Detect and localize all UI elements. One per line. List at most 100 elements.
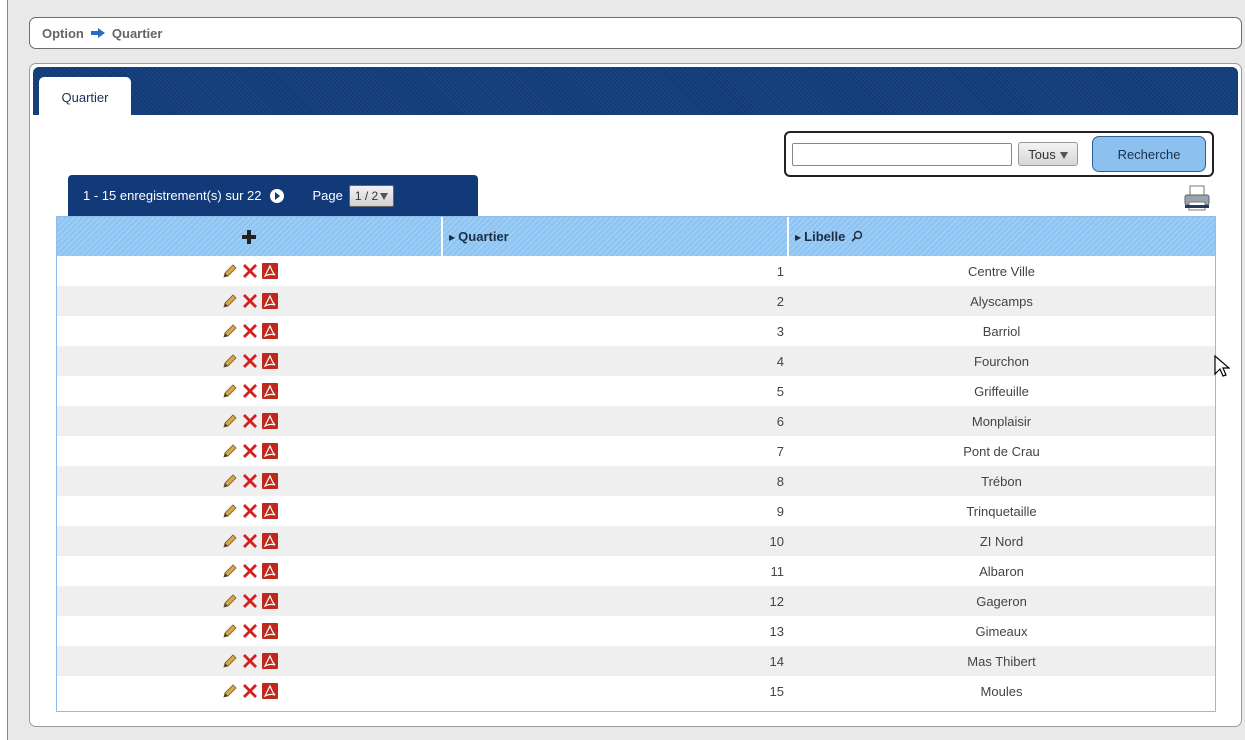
printer-icon[interactable] <box>1183 184 1211 212</box>
delete-icon[interactable] <box>241 682 259 700</box>
cell-libelle: Monplaisir <box>788 406 1215 436</box>
column-header-quartier-label: Quartier <box>458 229 509 244</box>
plus-icon[interactable] <box>240 228 258 246</box>
row-actions <box>57 586 442 616</box>
pdf-icon[interactable] <box>261 592 279 610</box>
pdf-icon[interactable] <box>261 382 279 400</box>
delete-icon[interactable] <box>241 382 259 400</box>
row-actions <box>57 496 442 526</box>
table-row[interactable]: 15 Moules <box>57 676 1215 706</box>
pencil-icon[interactable] <box>221 652 239 670</box>
row-actions <box>57 556 442 586</box>
table-row[interactable]: 10 ZI Nord <box>57 526 1215 556</box>
breadcrumb: Option Quartier <box>29 17 1242 49</box>
pdf-icon[interactable] <box>261 442 279 460</box>
tab-quartier[interactable]: Quartier <box>39 77 131 117</box>
table-row[interactable]: 12 Gageron <box>57 586 1215 616</box>
delete-icon[interactable] <box>241 562 259 580</box>
delete-icon[interactable] <box>241 622 259 640</box>
page-label: Page <box>312 188 343 203</box>
table-row[interactable]: 2 Alyscamps <box>57 286 1215 316</box>
pencil-icon[interactable] <box>221 622 239 640</box>
table-row[interactable]: 1 Centre Ville <box>57 256 1215 286</box>
delete-icon[interactable] <box>241 412 259 430</box>
pdf-icon[interactable] <box>261 412 279 430</box>
arrow-right-icon <box>90 27 106 39</box>
pencil-icon[interactable] <box>221 682 239 700</box>
delete-icon[interactable] <box>241 592 259 610</box>
triangle-right-icon: ▶ <box>449 233 456 242</box>
breadcrumb-item-option[interactable]: Option <box>42 26 84 41</box>
pdf-icon[interactable] <box>261 352 279 370</box>
pdf-icon[interactable] <box>261 502 279 520</box>
main-panel: Quartier Tous Recherche 1 - 15 enregistr… <box>29 63 1242 727</box>
pencil-icon[interactable] <box>221 292 239 310</box>
search-button[interactable]: Recherche <box>1092 136 1206 172</box>
pdf-icon[interactable] <box>261 532 279 550</box>
column-header-quartier[interactable]: ▶ Quartier <box>442 217 789 256</box>
delete-icon[interactable] <box>241 322 259 340</box>
pencil-icon[interactable] <box>221 472 239 490</box>
table-row[interactable]: 8 Trébon <box>57 466 1215 496</box>
delete-icon[interactable] <box>241 532 259 550</box>
table-row[interactable]: 7 Pont de Crau <box>57 436 1215 466</box>
cell-quartier: 6 <box>442 406 788 436</box>
cell-quartier: 14 <box>442 646 788 676</box>
table-row[interactable]: 6 Monplaisir <box>57 406 1215 436</box>
delete-icon[interactable] <box>241 472 259 490</box>
next-page-icon[interactable] <box>270 188 285 203</box>
table-row[interactable]: 5 Griffeuille <box>57 376 1215 406</box>
pencil-icon[interactable] <box>221 502 239 520</box>
table-row[interactable]: 11 Albaron <box>57 556 1215 586</box>
pdf-icon[interactable] <box>261 262 279 280</box>
pdf-icon[interactable] <box>261 682 279 700</box>
pencil-icon[interactable] <box>221 592 239 610</box>
table-row[interactable]: 14 Mas Thibert <box>57 646 1215 676</box>
delete-icon[interactable] <box>241 442 259 460</box>
pdf-icon[interactable] <box>261 472 279 490</box>
delete-icon[interactable] <box>241 652 259 670</box>
quartier-table: ▶ Quartier ▶ Libelle 1 Centre Ville 2 Alyscam… <box>56 216 1216 712</box>
pdf-icon[interactable] <box>261 652 279 670</box>
tab-bar: Quartier <box>33 67 1238 117</box>
row-actions <box>57 436 442 466</box>
row-actions <box>57 346 442 376</box>
cell-quartier: 13 <box>769 623 784 639</box>
pencil-icon[interactable] <box>221 562 239 580</box>
search-filter-select[interactable]: Tous <box>1018 142 1078 166</box>
pdf-icon[interactable] <box>261 562 279 580</box>
pencil-icon[interactable] <box>221 262 239 280</box>
pencil-icon[interactable] <box>221 382 239 400</box>
pencil-icon[interactable] <box>221 322 239 340</box>
cell-libelle: Mas Thibert <box>788 646 1215 676</box>
table-row[interactable]: 13 Gimeaux <box>57 616 1215 646</box>
delete-icon[interactable] <box>241 262 259 280</box>
pencil-icon[interactable] <box>221 412 239 430</box>
pdf-icon[interactable] <box>261 292 279 310</box>
pencil-icon[interactable] <box>221 352 239 370</box>
delete-icon[interactable] <box>241 352 259 370</box>
search-input[interactable] <box>792 143 1012 166</box>
pdf-icon[interactable] <box>261 322 279 340</box>
cell-quartier: 15 <box>769 683 784 699</box>
cell-libelle: ZI Nord <box>788 526 1215 556</box>
column-header-libelle[interactable]: ▶ Libelle <box>788 217 1215 256</box>
delete-icon[interactable] <box>241 292 259 310</box>
table-row[interactable]: 9 Trinquetaille <box>57 496 1215 526</box>
page-select[interactable]: 1 / 2 <box>348 184 395 207</box>
pencil-icon[interactable] <box>221 442 239 460</box>
search-filter-value: Tous <box>1028 146 1056 162</box>
row-actions <box>57 466 442 496</box>
pencil-icon[interactable] <box>221 532 239 550</box>
pdf-icon[interactable] <box>261 622 279 640</box>
mouse-cursor-icon <box>1214 355 1230 377</box>
row-actions <box>57 526 442 556</box>
table-row[interactable]: 3 Barriol <box>57 316 1215 346</box>
cell-libelle: Moules <box>980 683 1023 699</box>
delete-icon[interactable] <box>241 502 259 520</box>
row-actions <box>57 376 442 406</box>
cell-quartier: 8 <box>442 466 788 496</box>
page-select-value: 1 / 2 <box>354 188 379 203</box>
magnifier-icon[interactable] <box>851 230 863 242</box>
table-row[interactable]: 4 Fourchon <box>57 346 1215 376</box>
